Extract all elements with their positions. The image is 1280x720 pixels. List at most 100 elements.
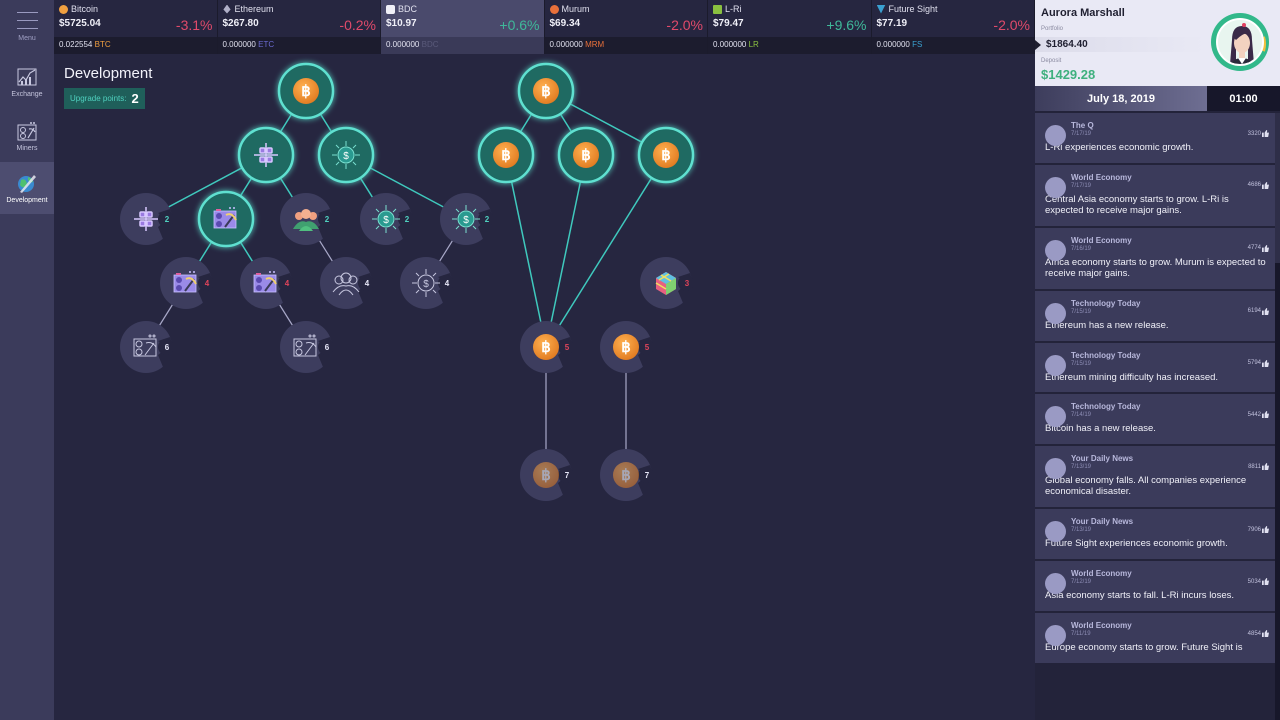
avatar[interactable] — [1211, 13, 1269, 71]
ethereum-icon — [223, 4, 231, 14]
thumbs-up-icon — [1262, 463, 1269, 471]
svg-text:฿: ฿ — [621, 339, 631, 356]
news-item[interactable]: World Economy 7/17/19 4686 Central Asia eco… — [1035, 164, 1275, 228]
coin-name: Bitcoin — [71, 4, 99, 14]
skill-node-a-dollar-2[interactable]: $2 — [360, 193, 414, 245]
news-item[interactable]: Your Daily News 7/13/19 7906 Future Sight e… — [1035, 509, 1275, 562]
coin-header: Bitcoin $5725.04 -3.1% — [54, 0, 217, 37]
dollar-icon: $ — [332, 141, 360, 169]
news-likes[interactable]: 5034 — [1248, 578, 1269, 586]
node-cost: 6 — [165, 343, 170, 352]
news-text: Europe economy starts to grow. Future Si… — [1045, 642, 1243, 654]
player-name: Aurora Marshall — [1041, 7, 1125, 19]
bitcoin-icon: ฿ — [293, 78, 319, 104]
thumbs-up-icon — [1262, 526, 1269, 534]
news-likes[interactable]: 3320 — [1248, 130, 1269, 137]
right-panel: Aurora Marshall Portfolio $1864.40 Depos… — [1035, 0, 1280, 720]
skill-node-a-dollar-4[interactable]: $4 — [400, 257, 454, 309]
skill-node-a-root[interactable]: ฿ — [277, 62, 335, 120]
bitcoin-icon: ฿ — [573, 142, 599, 168]
svg-text:฿: ฿ — [541, 467, 551, 484]
coin-header: BDC $10.97 +0.6% — [381, 0, 544, 37]
coin-symbol: ETC — [258, 40, 275, 49]
news-likes[interactable]: 5442 — [1248, 411, 1269, 419]
news-like-count: 5794 — [1247, 360, 1261, 367]
coin-header: L-Ri $79.47 +9.6% — [708, 0, 871, 37]
skill-node-b-btc-4[interactable]: ฿ 5 — [520, 321, 574, 373]
news-source: World Economy — [1071, 172, 1132, 182]
bitcoin-icon: ฿ — [533, 334, 559, 360]
skill-node-b-btc-7[interactable]: ฿ 7 — [600, 449, 654, 501]
news-item[interactable]: The Q 7/17/19 3320 L-Ri experiences economi… — [1035, 113, 1275, 165]
nav-item-development[interactable]: Development — [0, 162, 54, 214]
news-source-avatar — [1045, 354, 1066, 376]
news-likes[interactable]: 8811 — [1248, 463, 1269, 471]
news-source-avatar — [1045, 302, 1066, 324]
skill-node-a-miner-4[interactable]: 6 — [120, 321, 174, 373]
menu-button[interactable]: Menu — [0, 0, 54, 54]
news-feed[interactable]: The Q 7/17/19 3320 L-Ri experiences economi… — [1035, 113, 1275, 720]
caret-right-icon — [1035, 40, 1041, 50]
left-nav: Menu Exchange Miners Development — [0, 0, 54, 720]
skill-node-a-people-2[interactable]: 4 — [320, 257, 374, 309]
skill-node-b-btc-1[interactable]: ฿ — [477, 126, 535, 184]
news-item[interactable]: World Economy 7/12/19 5034 Asia economy sta… — [1035, 561, 1275, 614]
bitcoin-icon: ฿ — [613, 334, 639, 360]
skill-node-a-people[interactable]: 2 — [280, 193, 334, 245]
skill-node-a-miner-2[interactable]: 4 — [160, 257, 214, 309]
portfolio-row: $1864.40 — [1035, 37, 1205, 52]
news-item[interactable]: Technology Today 7/15/19 5794 Ethereum mini… — [1035, 342, 1275, 395]
exchange-chart-icon — [17, 68, 37, 86]
news-text: Africa economy starts to grow. Murum is … — [1045, 256, 1266, 279]
skill-node-b-btc-2[interactable]: ฿ — [557, 126, 615, 184]
news-source-avatar — [1045, 573, 1066, 595]
news-item[interactable]: Your Daily News 7/13/19 8811 Global economy… — [1035, 446, 1275, 510]
nav-item-miners[interactable]: Miners — [0, 110, 54, 162]
coin-tab-etc[interactable]: Ethereum $267.80 -0.2% 0.000000 ETC — [217, 0, 381, 54]
skill-node-a-miner-3[interactable]: 4 — [240, 257, 294, 309]
coin-symbol: BTC — [94, 40, 111, 49]
skill-node-b-btc-6[interactable]: ฿ 7 — [520, 449, 574, 501]
coin-tab-mrm[interactable]: Murum $69.34 -2.0% 0.000000 MRM — [544, 0, 708, 54]
news-likes[interactable]: 4686 — [1248, 181, 1269, 189]
thumbs-up-icon — [1262, 130, 1269, 137]
coin-holding: 0.000000 LR — [708, 37, 871, 54]
skill-node-a-miner-5[interactable]: 6 — [280, 321, 334, 373]
coin-holding: 0.022554 BTC — [54, 37, 217, 54]
news-text: L-Ri experiences economic growth. — [1045, 142, 1194, 153]
news-item[interactable]: World Economy 7/16/19 4774 Africa economy s… — [1035, 227, 1275, 291]
coin-tab-fs[interactable]: Future Sight $77.19 -2.0% 0.000000 FS — [871, 0, 1035, 54]
svg-text:$: $ — [423, 279, 429, 290]
news-item[interactable]: Technology Today 7/15/19 6194 Ethereum has … — [1035, 290, 1275, 343]
nav-item-exchange[interactable]: Exchange — [0, 56, 54, 108]
skill-node-a-dollar-3[interactable]: $2 — [440, 193, 494, 245]
news-date: 7/13/19 — [1071, 527, 1092, 534]
skill-node-b-cube[interactable]: 3 — [640, 257, 694, 309]
news-scrollbar-thumb[interactable] — [1275, 113, 1280, 263]
news-likes[interactable]: 4774 — [1248, 244, 1269, 252]
news-source: Your Daily News — [1071, 454, 1134, 464]
skill-node-a-blockchain[interactable] — [237, 126, 295, 184]
menu-icon-bar — [16, 20, 38, 21]
news-item[interactable]: Technology Today 7/14/19 5442 Bitcoin has a… — [1035, 394, 1275, 447]
nav-label: Development — [6, 197, 48, 204]
skill-node-b-btc-5[interactable]: ฿ 5 — [600, 321, 654, 373]
news-likes[interactable]: 4854 — [1248, 630, 1269, 638]
coin-tab-bdc[interactable]: BDC $10.97 +0.6% 0.000000 BDC — [381, 0, 545, 54]
node-cost: 4 — [285, 279, 290, 288]
coin-tab-lr[interactable]: L-Ri $79.47 +9.6% 0.000000 LR — [708, 0, 872, 54]
skill-node-a-blockchain-2[interactable]: 2 — [120, 193, 174, 245]
skill-node-a-miner[interactable] — [197, 190, 255, 248]
coin-tab-btc[interactable]: Bitcoin $5725.04 -3.1% 0.022554 BTC — [54, 0, 218, 54]
upgrade-points-badge: Upgrade points: 2 — [64, 88, 145, 109]
skill-node-b-root[interactable]: ฿ — [517, 62, 575, 120]
skill-node-b-btc-3[interactable]: ฿ — [637, 126, 695, 184]
bitcoin-icon: ฿ — [533, 78, 559, 104]
news-likes[interactable]: 6194 — [1248, 307, 1269, 315]
news-scrollbar[interactable] — [1275, 113, 1280, 720]
news-likes[interactable]: 5794 — [1247, 359, 1269, 367]
skill-node-a-dollar[interactable]: $ — [317, 126, 375, 184]
news-likes[interactable]: 7906 — [1248, 526, 1269, 534]
news-source-avatar — [1045, 176, 1066, 198]
news-item[interactable]: World Economy 7/11/19 4854 Europe economy s… — [1035, 613, 1275, 665]
